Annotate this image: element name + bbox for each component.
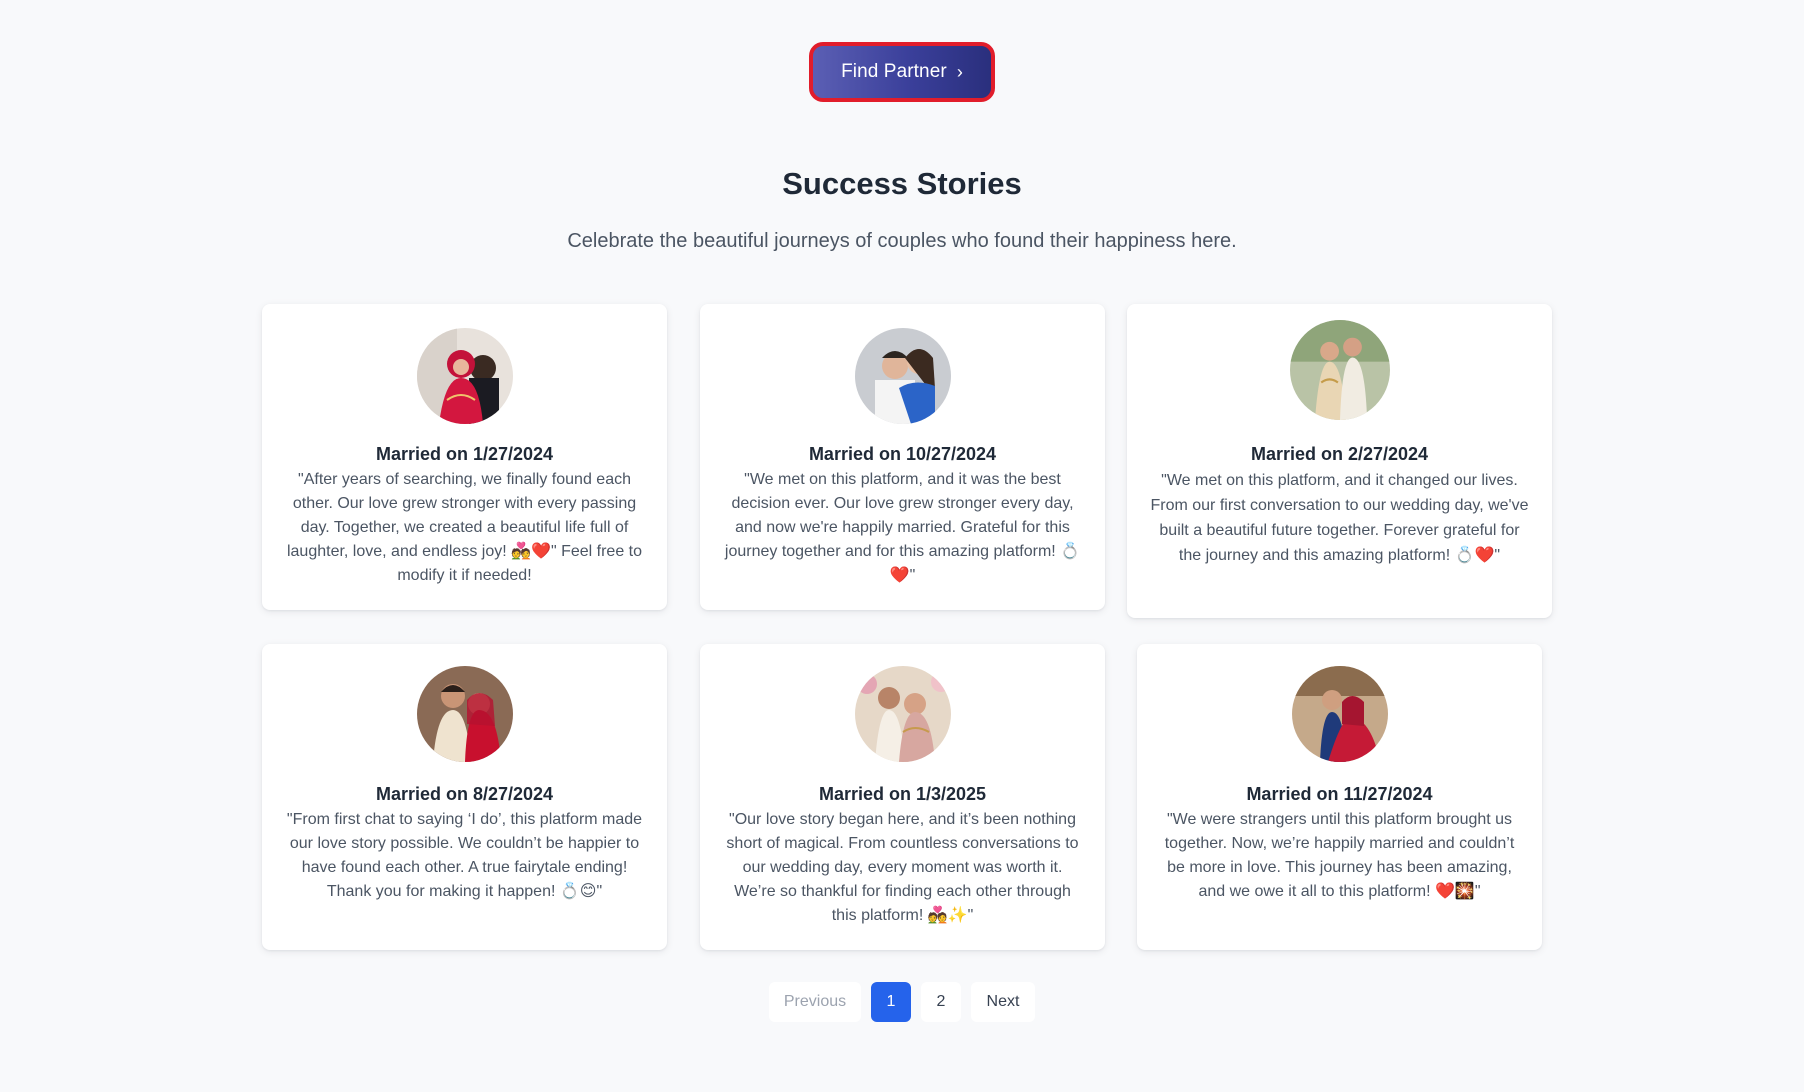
chevron-right-icon: › <box>956 62 963 82</box>
cta-wrapper: Find Partner › <box>0 42 1804 102</box>
couple-photo-hug-icon <box>854 328 951 424</box>
couple-photo-garden-icon <box>1289 320 1390 420</box>
story-quote: "We met on this platform, and it was the… <box>724 471 1081 584</box>
married-date: Married on 10/27/2024 <box>808 444 997 464</box>
couple-photo-hall-icon <box>1291 666 1388 762</box>
page-1-button[interactable]: 1 <box>871 982 911 1022</box>
section-subtitle: Celebrate the beautiful journeys of coup… <box>567 230 1237 252</box>
story-card: Married on 2/27/2024 "We met on this pla… <box>1127 304 1552 618</box>
married-date: Married on 11/27/2024 <box>1246 784 1433 804</box>
story-quote: "We were strangers until this platform b… <box>1164 811 1515 900</box>
couple-photo-red-dress-icon <box>416 328 513 424</box>
story-card: Married on 11/27/2024 "We were strangers… <box>1137 644 1542 950</box>
page-2-button[interactable]: 2 <box>921 982 961 1022</box>
story-card: Married on 10/27/2024 "We met on this pl… <box>700 304 1105 610</box>
previous-page-button[interactable]: Previous <box>769 982 861 1022</box>
married-date: Married on 1/27/2024 <box>375 444 554 464</box>
story-card: Married on 8/27/2024 "From first chat to… <box>262 644 667 950</box>
couple-photo-flowers-icon <box>854 666 951 762</box>
success-stories-page: Find Partner › Success Stories Celebrate… <box>0 0 1804 1092</box>
story-card: Married on 1/3/2025 "Our love story bega… <box>700 644 1105 950</box>
married-date: Married on 8/27/2024 <box>375 784 554 804</box>
story-quote: "We met on this platform, and it changed… <box>1150 472 1529 564</box>
story-quote: "After years of searching, we finally fo… <box>286 471 643 584</box>
story-quote: "Our love story began here, and it’s bee… <box>726 811 1079 924</box>
story-quote: "From first chat to saying ‘I do’, this … <box>286 811 643 900</box>
married-date: Married on 1/3/2025 <box>818 784 987 804</box>
pagination: Previous 1 2 Next <box>0 982 1804 1022</box>
married-date: Married on 2/27/2024 <box>1250 444 1429 464</box>
find-partner-label: Find Partner <box>841 61 947 82</box>
story-card: Married on 1/27/2024 "After years of sea… <box>262 304 667 610</box>
find-partner-button[interactable]: Find Partner › <box>809 42 995 102</box>
couple-photo-bridal-icon <box>416 666 513 762</box>
next-page-button[interactable]: Next <box>971 982 1035 1022</box>
section-title: Success Stories <box>782 166 1022 201</box>
